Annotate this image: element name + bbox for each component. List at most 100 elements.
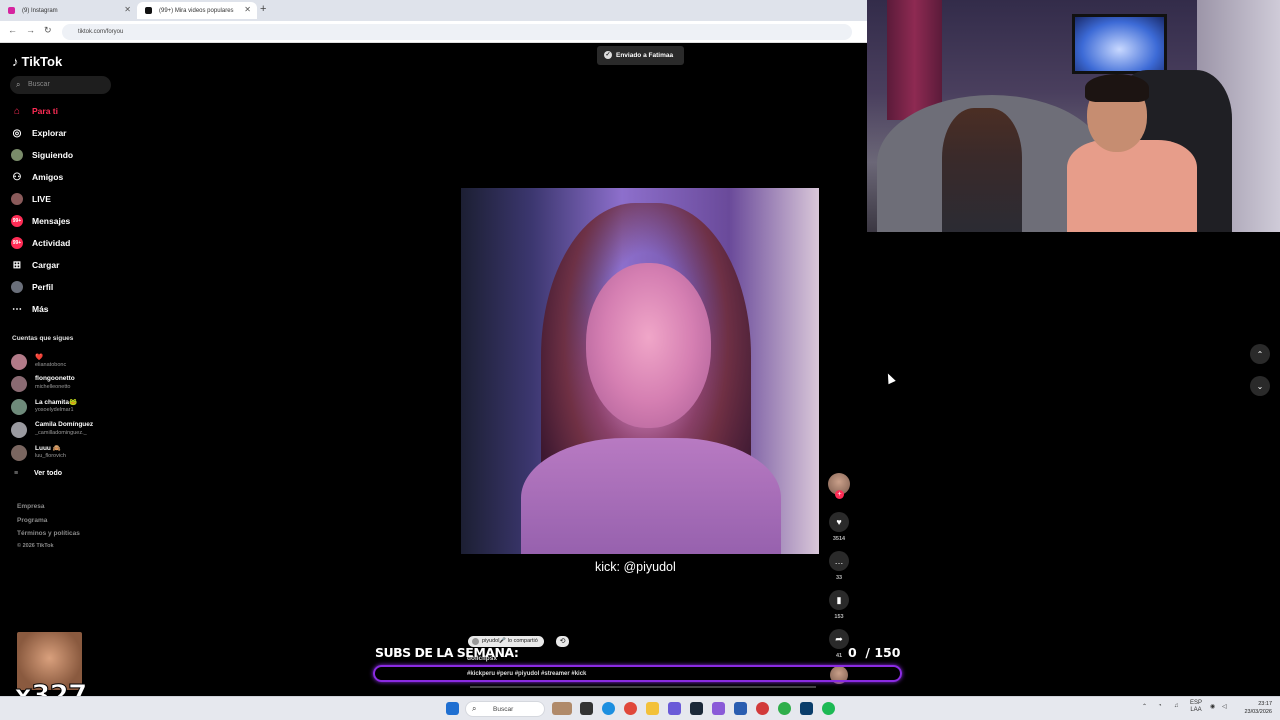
search-input[interactable]: ⌕ Buscar	[10, 76, 111, 94]
sidebar-item-cargar[interactable]: ⊞ Cargar	[0, 254, 140, 276]
webcam-person-left	[942, 108, 1022, 232]
volume-icon[interactable]: ◁	[1222, 703, 1227, 710]
speaker-icon[interactable]: ♫	[1174, 703, 1179, 709]
video-frame-body	[521, 438, 781, 554]
chrome-alt-icon[interactable]	[778, 702, 791, 715]
reload-icon[interactable]: ↻	[44, 25, 52, 36]
avatar	[11, 376, 27, 392]
comment-count: 33	[835, 575, 843, 581]
subs-goal-label: SUBS DE LA SEMANA:	[375, 645, 519, 660]
browser-tab-tiktok[interactable]: (99+) Mira videos populares ✕	[137, 2, 257, 19]
comment-action[interactable]: … 33	[826, 551, 852, 581]
following-avatar-icon	[11, 149, 23, 161]
discord-icon[interactable]	[668, 702, 681, 715]
network-icon[interactable]: ◔	[1158, 703, 1162, 709]
following-account[interactable]: Luuu 🙈 luu_florovich	[11, 443, 131, 463]
spotify-icon[interactable]	[822, 702, 835, 715]
video-progress-bar[interactable]	[470, 686, 816, 688]
upload-icon: ⊞	[12, 259, 22, 271]
address-bar: ← → ↻ tiktok.com/foryou	[0, 21, 867, 43]
webcam-monitor	[1072, 14, 1167, 74]
save-action[interactable]: ▮ 153	[826, 590, 852, 620]
edge-icon[interactable]	[602, 702, 615, 715]
avatar: +	[828, 473, 850, 499]
store-icon[interactable]	[734, 702, 747, 715]
following-section-title: Cuentas que sigues	[12, 335, 74, 342]
footer-link-programa[interactable]: Programa	[17, 517, 47, 524]
list-icon: ≡	[14, 470, 19, 477]
like-action[interactable]: ♥ 3514	[826, 512, 852, 542]
video-player[interactable]	[461, 188, 819, 554]
file-explorer-icon[interactable]	[646, 702, 659, 715]
home-icon: ⌂	[13, 105, 21, 117]
heart-icon[interactable]: ♥	[829, 512, 849, 532]
sidebar-item-perfil[interactable]: Perfil	[0, 276, 140, 298]
tiktok-logo[interactable]: ♪ TikTok	[12, 54, 62, 69]
close-tab-icon[interactable]: ✕	[124, 5, 131, 14]
tiktok-icon	[145, 7, 152, 14]
sidebar-item-mensajes[interactable]: 99+ Mensajes	[0, 210, 140, 232]
chevron-up-icon: ⌃	[1256, 349, 1264, 359]
search-icon: ⌕	[16, 80, 21, 89]
sidebar-item-mas[interactable]: ⋯ Más	[0, 298, 140, 320]
browser-tab-instagram[interactable]: (9) Instagram ✕	[0, 2, 137, 19]
sidebar-item-siguiendo[interactable]: Siguiendo	[0, 144, 140, 166]
bookmark-icon[interactable]: ▮	[829, 590, 849, 610]
repost-icon[interactable]: ⟲	[556, 636, 569, 647]
follow-plus-icon[interactable]: +	[835, 490, 844, 499]
avatar	[11, 354, 27, 370]
url-field[interactable]: tiktok.com/foryou	[62, 24, 852, 40]
recording-icon[interactable]	[756, 702, 769, 715]
compass-icon: ◎	[12, 127, 22, 139]
taskbar-search[interactable]: ⌕ Buscar	[465, 701, 545, 717]
following-account[interactable]: flongoonetto michelleonetto	[11, 374, 131, 394]
previous-video-button[interactable]: ⌃	[1250, 344, 1270, 364]
sidebar-item-explorar[interactable]: ◎ Explorar	[0, 122, 140, 144]
footer-link-terminos[interactable]: Términos y políticas	[17, 530, 80, 537]
language-indicator[interactable]: ESP LAA	[1190, 700, 1202, 714]
share-icon[interactable]: ➦	[829, 629, 849, 649]
following-account[interactable]: ❤️ elianatobonc	[11, 352, 131, 372]
more-icon: ⋯	[12, 303, 22, 315]
new-tab-icon[interactable]: +	[260, 3, 266, 15]
app-icon[interactable]	[712, 702, 725, 715]
subs-goal-bar	[373, 665, 902, 682]
live-icon	[11, 193, 23, 205]
wifi-icon[interactable]: ◉	[1210, 703, 1215, 710]
back-icon[interactable]: ←	[8, 25, 17, 35]
sidebar-nav: ⌂ Para ti ◎ Explorar Siguiendo ⚇ Amigos …	[0, 100, 140, 320]
next-video-button[interactable]: ⌄	[1250, 376, 1270, 396]
sidebar-item-para-ti[interactable]: ⌂ Para ti	[0, 100, 140, 122]
sidebar-item-live[interactable]: LIVE	[0, 188, 140, 210]
search-icon: ⌕	[472, 704, 477, 713]
widgets-icon[interactable]	[552, 702, 572, 715]
see-all-link[interactable]: ≡ Ver todo	[14, 470, 62, 477]
subs-goal-count: 0 / 150	[848, 645, 901, 660]
friends-icon: ⚇	[12, 171, 22, 183]
like-count: 3514	[832, 536, 846, 542]
obs-icon[interactable]	[800, 702, 813, 715]
steam-icon[interactable]	[690, 702, 703, 715]
tab-title: (9) Instagram	[22, 7, 58, 14]
chrome-icon[interactable]	[624, 702, 637, 715]
avatar	[11, 422, 27, 438]
sidebar-item-actividad[interactable]: 99+ Actividad	[0, 232, 140, 254]
footer-copyright: © 2026 TikTok	[17, 543, 54, 549]
creator-avatar[interactable]: +	[826, 473, 852, 499]
windows-start-icon[interactable]	[446, 702, 459, 715]
following-account[interactable]: Camila Domínguez _camilladominguez._	[11, 420, 131, 440]
tiktok-note-icon: ♪	[12, 54, 19, 69]
sidebar-item-amigos[interactable]: ⚇ Amigos	[0, 166, 140, 188]
taskbar-clock[interactable]: 23:17 23/03/2026	[1244, 700, 1272, 716]
check-icon: ✓	[604, 51, 612, 59]
comment-icon[interactable]: …	[829, 551, 849, 571]
task-view-icon[interactable]	[580, 702, 593, 715]
footer-link-empresa[interactable]: Empresa	[17, 503, 44, 510]
following-account[interactable]: La chamita🐸 yosoelydelmar1	[11, 397, 131, 417]
forward-icon[interactable]: →	[26, 25, 35, 35]
message-icon: 99+	[11, 215, 23, 227]
webcam-person-right-hair	[1085, 74, 1149, 102]
close-tab-icon[interactable]: ✕	[244, 5, 251, 14]
save-count: 153	[834, 614, 844, 620]
tray-overflow-icon[interactable]: ⌃	[1142, 703, 1147, 710]
